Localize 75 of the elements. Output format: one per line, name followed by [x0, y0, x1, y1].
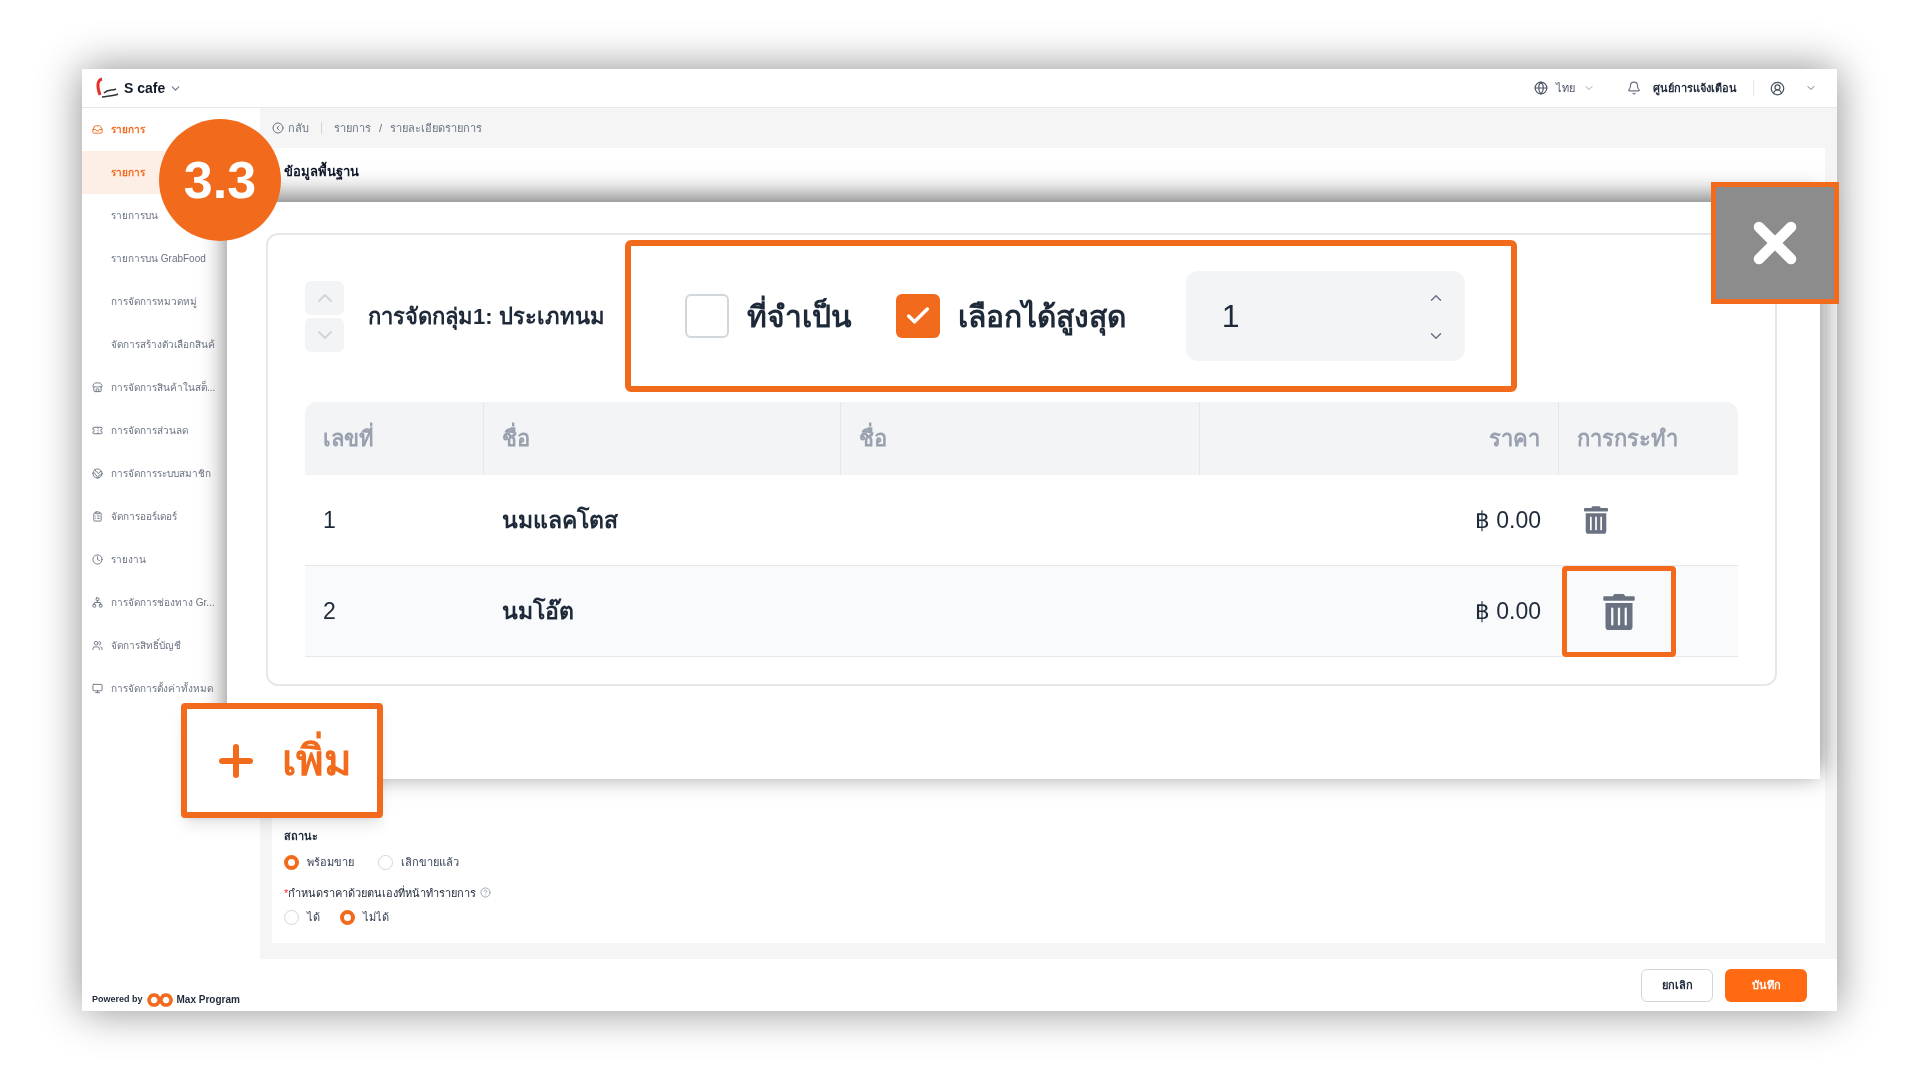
- radio-label: พร้อมขาย: [307, 855, 354, 870]
- sidebar-item[interactable]: การจัดการตั้งค่าทั้งหมด: [111, 681, 213, 696]
- ticket-icon: [92, 425, 103, 436]
- column-header: ชื่อ: [502, 422, 530, 455]
- max-program-brand: Max Program: [176, 993, 240, 1007]
- sidebar-item[interactable]: การจัดการสินค้าในสต็...: [111, 380, 216, 395]
- column-header: ชื่อ: [859, 422, 887, 455]
- users-icon: [92, 640, 103, 651]
- chevron-down-icon: [317, 330, 332, 339]
- back-icon[interactable]: [272, 122, 284, 134]
- checkbox-label: เลือกได้สูงสุด: [957, 293, 1126, 339]
- checkbox[interactable]: [895, 294, 940, 338]
- monitor-icon: [92, 683, 103, 694]
- close-button[interactable]: [1711, 182, 1839, 304]
- logo-icon: [94, 77, 120, 99]
- checkbox-label: ที่จำเป็น: [746, 293, 852, 339]
- breadcrumb-item: รายละเอียดรายการ: [390, 120, 483, 136]
- radio-button[interactable]: [378, 854, 393, 870]
- store-icon: [92, 382, 103, 393]
- sidebar-subitem[interactable]: รายการ: [111, 165, 145, 180]
- sidebar-item[interactable]: การจัดการส่วนลด: [111, 423, 188, 438]
- sidebar-subitem[interactable]: จัดการสร้างตัวเลือกสินค้: [111, 337, 215, 352]
- table-cell-text: นมแลคโตส: [501, 505, 619, 535]
- powered-by-text: Powered by: [92, 992, 143, 1006]
- number-field[interactable]: 1: [1185, 271, 1465, 361]
- sidebar-item[interactable]: รายการ: [111, 122, 145, 137]
- clipboard-icon: [92, 511, 103, 522]
- chevron-up-icon: [317, 293, 332, 302]
- table-cell-text: 1: [322, 505, 337, 535]
- sidebar-subitem[interactable]: การจัดการหมวดหมู่: [111, 294, 197, 309]
- add-button[interactable]: เพิ่ม: [181, 703, 383, 818]
- user-icon[interactable]: [1770, 80, 1785, 96]
- radio-button[interactable]: [284, 909, 299, 925]
- brand-name: S cafe: [124, 78, 166, 98]
- sidebar-item[interactable]: จัดการออร์เดอร์: [111, 509, 177, 524]
- clock-icon: [92, 554, 103, 565]
- network-icon: [92, 597, 103, 608]
- table-cell-text: ฿ 0.00: [1473, 505, 1542, 535]
- back-link[interactable]: กลับ: [288, 119, 309, 137]
- radio-button[interactable]: [340, 909, 355, 925]
- field-label: สถานะ: [284, 828, 319, 844]
- sidebar-item[interactable]: การจัดการระบบสมาชิก: [111, 466, 211, 481]
- bell-icon[interactable]: [1627, 81, 1641, 95]
- radio-label: เลิกขายแล้ว: [401, 855, 459, 870]
- column-header: เลขที่: [323, 422, 374, 455]
- notification-center-link[interactable]: ศูนย์การแจ้งเตือน: [1653, 79, 1737, 97]
- table-cell-text: 2: [322, 597, 337, 627]
- radio-label: ไม่ได้: [363, 910, 389, 925]
- trash-icon[interactable]: [1584, 506, 1608, 534]
- group-title: การจัดกลุ่ม1: ประเภทนม: [368, 302, 605, 332]
- sidebar-item[interactable]: จัดการสิทธิ์บัญชี: [111, 638, 181, 653]
- save-button[interactable]: บันทึก: [1725, 968, 1807, 1002]
- section-title: ข้อมูลพื้นฐาน: [284, 162, 1813, 182]
- inbox-icon: [92, 124, 103, 135]
- breadcrumb-separator: /: [379, 120, 383, 136]
- help-icon[interactable]: [480, 887, 492, 899]
- infinity-logo-icon: [146, 992, 173, 1007]
- radio-label: ได้: [307, 910, 320, 925]
- sidebar-subitem[interactable]: รายการบน GrabFood: [111, 251, 206, 266]
- breadcrumb-item[interactable]: รายการ: [334, 119, 371, 137]
- table-cell-text: นมโอ๊ต: [501, 596, 575, 627]
- cancel-button[interactable]: ยกเลิก: [1641, 968, 1713, 1002]
- column-header: การกระทำ: [1577, 425, 1678, 453]
- sidebar-item[interactable]: การจัดการช่องทาง Gr...: [111, 595, 215, 610]
- column-header: ราคา: [1489, 425, 1540, 453]
- trash-icon[interactable]: [1603, 593, 1635, 630]
- table-cell-text: ฿ 0.00: [1473, 597, 1542, 627]
- radio-button[interactable]: [284, 854, 299, 870]
- field-label: *กำหนดราคาด้วยตนเองที่หน้าทำรายการ: [284, 884, 477, 901]
- globe-icon[interactable]: [1534, 81, 1548, 95]
- globe-icon: [92, 468, 103, 479]
- checkbox[interactable]: [684, 294, 729, 338]
- language-selector[interactable]: ไทย: [1556, 79, 1575, 97]
- sidebar-item[interactable]: รายงาน: [111, 552, 146, 567]
- sidebar-subitem[interactable]: รายการบน: [111, 208, 158, 223]
